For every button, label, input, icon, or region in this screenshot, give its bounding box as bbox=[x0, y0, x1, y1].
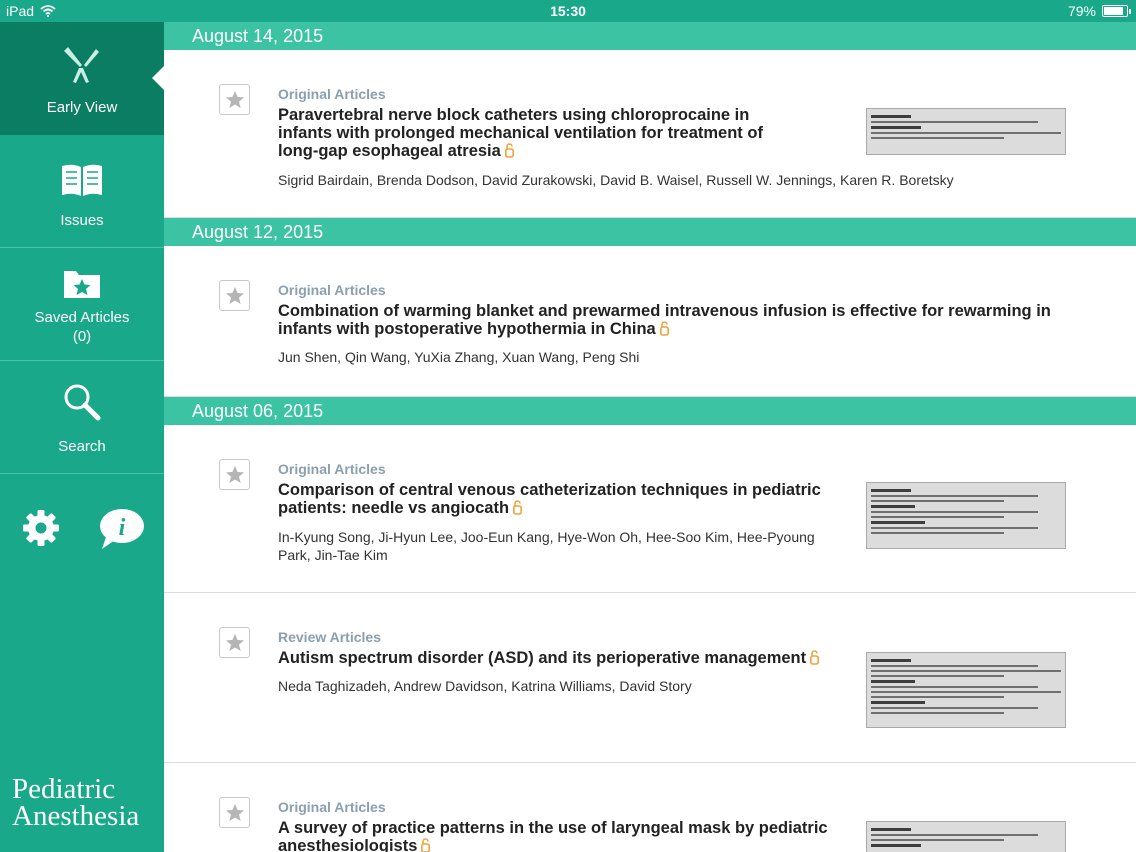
article-authors: Sigrid Bairdain, Brenda Dodson, David Zu… bbox=[278, 172, 954, 188]
article-title[interactable]: Combination of warming blanket and prewa… bbox=[278, 302, 1078, 338]
date-header: August 12, 2015 bbox=[164, 218, 1136, 246]
favorite-star-button[interactable] bbox=[219, 459, 250, 490]
active-indicator bbox=[152, 66, 164, 90]
favorite-star-button[interactable] bbox=[219, 627, 250, 658]
article-authors: Neda Taghizadeh, Andrew Davidson, Katrin… bbox=[278, 678, 692, 694]
journal-logo-line2: Anesthesia bbox=[12, 800, 140, 832]
article-row[interactable]: Original Articles A survey of practice p… bbox=[164, 763, 1136, 852]
article-category: Original Articles bbox=[278, 86, 386, 102]
sidebar-item-label: Search bbox=[58, 438, 106, 455]
favorite-star-button[interactable] bbox=[219, 280, 250, 311]
article-category: Original Articles bbox=[278, 282, 386, 298]
article-authors: In-Kyung Song, Ji-Hyun Lee, Joo-Eun Kang… bbox=[278, 529, 815, 563]
article-category: Original Articles bbox=[278, 461, 386, 477]
open-access-lock-icon bbox=[421, 838, 431, 852]
date-header: August 14, 2015 bbox=[164, 22, 1136, 50]
article-row[interactable]: Review Articles Autism spectrum disorder… bbox=[164, 593, 1136, 763]
battery-percent: 79% bbox=[1067, 3, 1096, 19]
star-icon bbox=[225, 465, 244, 483]
early-view-icon bbox=[64, 47, 99, 83]
article-abstract-thumbnail[interactable] bbox=[866, 108, 1066, 155]
book-icon bbox=[62, 164, 102, 196]
status-time: 15:30 bbox=[550, 3, 586, 19]
svg-text:i: i bbox=[119, 515, 126, 541]
article-category: Review Articles bbox=[278, 629, 381, 645]
star-icon bbox=[225, 286, 244, 304]
open-access-lock-icon bbox=[659, 321, 669, 336]
status-right: 79% bbox=[1067, 3, 1131, 19]
status-bar: iPad 15:30 79% bbox=[0, 0, 1136, 22]
gear-icon[interactable] bbox=[22, 509, 60, 547]
sidebar: Early View Issues Saved Articles (0) Sea… bbox=[0, 22, 164, 852]
article-abstract-thumbnail[interactable] bbox=[866, 821, 1066, 852]
article-title[interactable]: A survey of practice patterns in the use… bbox=[278, 819, 858, 852]
article-title-text: A survey of practice patterns in the use… bbox=[278, 819, 828, 852]
open-access-lock-icon bbox=[810, 650, 820, 665]
star-icon bbox=[225, 803, 244, 821]
article-title-text: Comparison of central venous catheteriza… bbox=[278, 481, 821, 517]
article-title[interactable]: Paravertebral nerve block catheters usin… bbox=[278, 106, 798, 160]
star-icon bbox=[225, 633, 244, 651]
saved-count: (0) bbox=[72, 328, 92, 345]
battery-icon bbox=[1102, 5, 1131, 17]
sidebar-item-saved-articles[interactable]: Saved Articles (0) bbox=[0, 248, 164, 361]
battery-fill bbox=[1104, 7, 1123, 15]
article-authors: Jun Shen, Qin Wang, YuXia Zhang, Xuan Wa… bbox=[278, 349, 640, 365]
open-access-lock-icon bbox=[504, 143, 514, 158]
article-title-text: Paravertebral nerve block catheters usin… bbox=[278, 106, 763, 160]
article-abstract-thumbnail[interactable] bbox=[866, 652, 1066, 728]
open-access-lock-icon bbox=[513, 500, 523, 515]
article-list[interactable]: August 14, 2015 Original Articles Parave… bbox=[164, 22, 1136, 852]
app-window: iPad 15:30 79% Early View Issues Saved A… bbox=[0, 0, 1136, 852]
sidebar-tools: i bbox=[0, 497, 164, 567]
article-category: Original Articles bbox=[278, 799, 386, 815]
article-row[interactable]: Original Articles Paravertebral nerve bl… bbox=[164, 50, 1136, 218]
sidebar-item-label: Issues bbox=[60, 212, 104, 229]
article-row[interactable]: Original Articles Combination of warming… bbox=[164, 246, 1136, 397]
favorite-star-button[interactable] bbox=[219, 797, 250, 828]
sidebar-item-label: Early View bbox=[46, 99, 118, 116]
article-abstract-thumbnail[interactable] bbox=[866, 482, 1066, 549]
article-title[interactable]: Autism spectrum disorder (ASD) and its p… bbox=[278, 649, 878, 667]
sidebar-item-search[interactable]: Search bbox=[0, 361, 164, 474]
journal-logo-line1: Pediatric bbox=[12, 773, 116, 805]
date-header: August 06, 2015 bbox=[164, 397, 1136, 425]
article-title[interactable]: Comparison of central venous catheteriza… bbox=[278, 481, 838, 517]
info-icon[interactable]: i bbox=[98, 507, 146, 551]
search-icon bbox=[64, 384, 101, 421]
star-icon bbox=[225, 90, 244, 108]
sidebar-item-label: Saved Articles bbox=[34, 309, 130, 326]
article-title-text: Autism spectrum disorder (ASD) and its p… bbox=[278, 649, 807, 667]
favorite-star-button[interactable] bbox=[219, 84, 250, 115]
sidebar-item-issues[interactable]: Issues bbox=[0, 135, 164, 248]
journal-logo: Pediatric Anesthesia bbox=[12, 773, 140, 832]
saved-folder-icon bbox=[64, 271, 100, 298]
article-row[interactable]: Original Articles Comparison of central … bbox=[164, 425, 1136, 593]
sidebar-item-early-view[interactable]: Early View bbox=[0, 22, 164, 135]
